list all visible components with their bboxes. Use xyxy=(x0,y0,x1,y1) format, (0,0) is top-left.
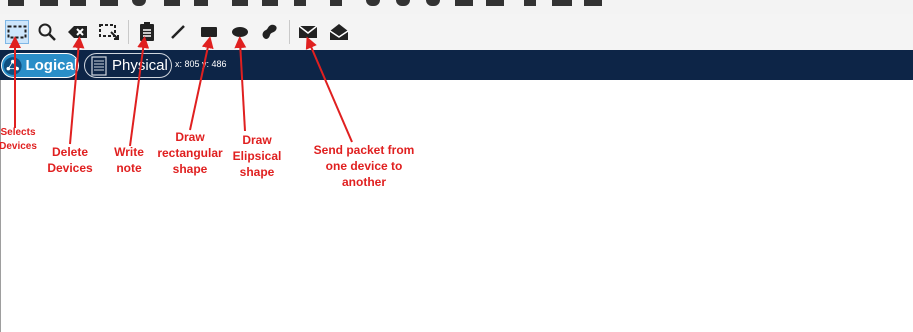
delete-icon xyxy=(68,26,87,38)
info-icon[interactable] xyxy=(132,0,146,6)
top-toolbar xyxy=(0,0,913,14)
drawing-palette-icon[interactable] xyxy=(455,0,473,6)
line-icon xyxy=(171,25,185,39)
paste-icon[interactable] xyxy=(262,0,278,6)
note-icon xyxy=(140,22,154,41)
annotation-send-packet: Send packet from one device to another xyxy=(313,143,415,189)
ellipse-icon xyxy=(232,27,248,37)
draw-rectangle-tool[interactable] xyxy=(197,20,221,44)
annotation-draw-rectangular: Draw rectangular shape xyxy=(157,130,223,176)
cursor-coordinates: x: 805 y: 486 xyxy=(175,59,227,69)
zoom-out-icon[interactable] xyxy=(426,0,440,6)
select-tool[interactable] xyxy=(5,20,29,44)
magnifier-icon xyxy=(38,23,56,41)
common-tools-bar xyxy=(0,14,913,50)
draw-ellipse-tool[interactable] xyxy=(228,20,252,44)
toolbar-separator xyxy=(128,20,129,44)
physical-workspace-button[interactable]: Physical xyxy=(84,53,172,78)
workspace-nav-bar: Logical Physical x: 805 y: 486 xyxy=(0,50,913,80)
undo-icon[interactable] xyxy=(294,0,306,6)
copy-icon[interactable] xyxy=(232,0,248,6)
select-marquee-icon xyxy=(7,25,27,39)
view-icon[interactable] xyxy=(524,0,536,6)
viewport-icon[interactable] xyxy=(584,0,602,6)
resize-select-icon xyxy=(99,24,119,40)
logical-workspace-button[interactable]: Logical xyxy=(1,53,79,78)
draw-line-tool[interactable] xyxy=(166,20,190,44)
zoom-reset-icon[interactable] xyxy=(396,0,410,6)
delete-tool[interactable] xyxy=(66,20,90,44)
print-icon[interactable] xyxy=(100,0,118,6)
resize-shape-tool[interactable] xyxy=(97,20,121,44)
annotation-selects-devices: Selects Devices xyxy=(0,127,37,152)
add-simple-pdu-tool[interactable] xyxy=(296,20,320,44)
place-note-tool[interactable] xyxy=(135,20,159,44)
freeform-tool[interactable] xyxy=(258,20,282,44)
annotation-delete-devices: Delete Devices xyxy=(47,145,93,175)
add-complex-pdu-tool[interactable] xyxy=(327,20,351,44)
image-icon[interactable] xyxy=(552,0,572,6)
logical-workspace-canvas[interactable] xyxy=(0,80,913,332)
freeform-icon xyxy=(262,24,277,39)
toolbar-separator xyxy=(289,20,290,44)
physical-label: Physical xyxy=(112,57,168,74)
annotation-write-note: Write note xyxy=(114,145,144,175)
open-file-icon[interactable] xyxy=(40,0,58,6)
network-info-icon[interactable] xyxy=(194,0,208,6)
custom-device-icon[interactable] xyxy=(486,0,504,6)
new-file-icon[interactable] xyxy=(8,0,24,6)
inspect-tool[interactable] xyxy=(35,20,59,44)
closed-envelope-icon xyxy=(298,25,318,38)
logical-network-icon xyxy=(3,56,22,75)
rectangle-icon xyxy=(201,27,217,37)
save-icon[interactable] xyxy=(70,0,86,6)
redo-icon[interactable] xyxy=(330,0,342,6)
annotation-draw-ellipsical: Draw Elipsical shape xyxy=(232,133,282,179)
open-envelope-icon xyxy=(329,24,349,40)
physical-rack-icon xyxy=(91,55,107,76)
logical-label: Logical xyxy=(25,57,78,74)
zoom-in-icon[interactable] xyxy=(366,0,380,6)
wizard-icon[interactable] xyxy=(164,0,180,6)
